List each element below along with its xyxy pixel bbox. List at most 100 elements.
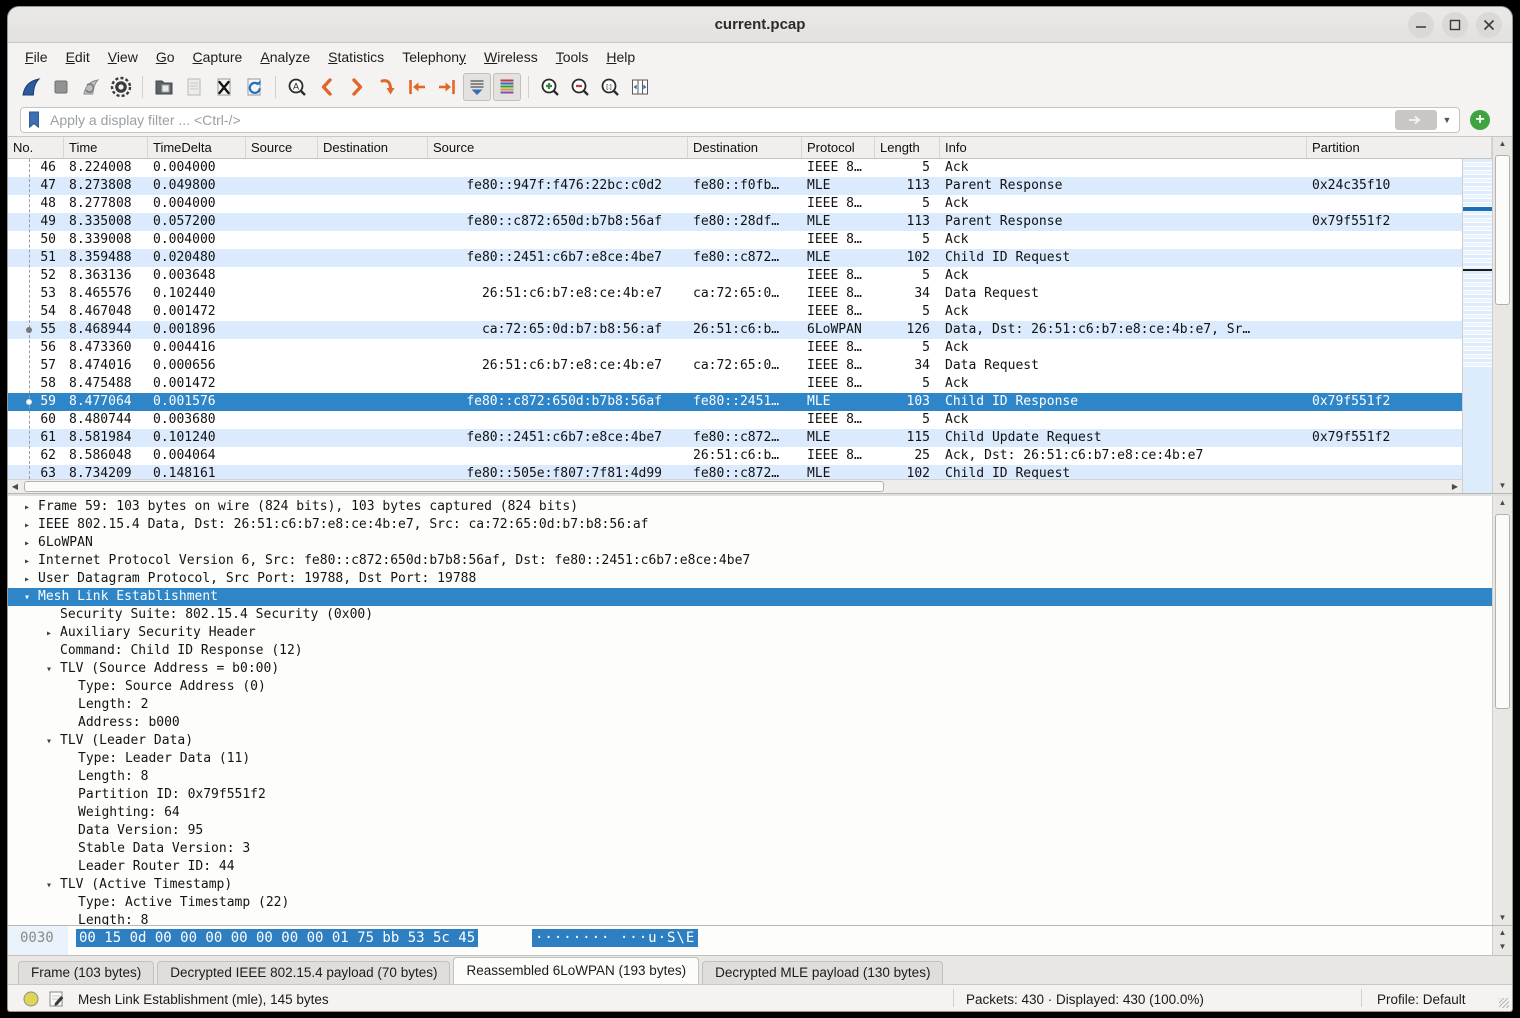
wireshark-fin-start-button[interactable] [17,73,45,101]
column-header-no[interactable]: No. [8,137,64,159]
auto-scroll-button[interactable] [463,73,491,101]
tree-expanded-icon[interactable]: ▾ [44,661,60,678]
packet-row-56[interactable]: 568.4733600.004416IEEE 8…5Ack [8,339,1462,357]
tree-collapsed-icon[interactable]: ▸ [22,571,38,588]
go-to-packet-button[interactable] [373,73,401,101]
open-file-button[interactable] [150,73,178,101]
close-button[interactable] [1476,12,1502,38]
packet-row-63[interactable]: 638.7342090.148161fe80::505e:f807:7f81:4… [8,465,1462,479]
detail-line[interactable]: Type: Leader Data (11) [8,750,1492,768]
packet-row-60[interactable]: 608.4807440.003680IEEE 8…5Ack [8,411,1462,429]
detail-line[interactable]: ▾TLV (Active Timestamp) [8,876,1492,894]
bookmark-icon[interactable] [26,111,42,129]
stop-capture-button[interactable] [47,73,75,101]
column-header-timedelta[interactable]: TimeDelta [148,137,246,159]
restart-capture-button[interactable] [77,73,105,101]
column-header-source[interactable]: Source [246,137,318,159]
scroll-up-icon[interactable]: ▲ [1493,496,1512,510]
find-packet-button[interactable]: A [283,73,311,101]
packet-row-61[interactable]: 618.5819840.101240fe80::2451:c6b7:e8ce:4… [8,429,1462,447]
packet-row-54[interactable]: 548.4670480.001472IEEE 8…5Ack [8,303,1462,321]
tree-expanded-icon[interactable]: ▾ [22,589,38,606]
capture-comment-icon[interactable] [48,990,66,1008]
detail-line[interactable]: Address: b000 [8,714,1492,732]
save-file-button[interactable] [180,73,208,101]
detail-line[interactable]: ▾Mesh Link Establishment [8,588,1492,606]
scroll-up-icon[interactable]: ▲ [1493,137,1512,151]
go-forward-button[interactable] [343,73,371,101]
capture-options-button[interactable] [107,73,135,101]
scroll-right-icon[interactable]: ▶ [1448,480,1462,494]
detail-line[interactable]: ▸Frame 59: 103 bytes on wire (824 bits),… [8,498,1492,516]
detail-line[interactable]: Length: 8 [8,768,1492,786]
detail-line[interactable]: Weighting: 64 [8,804,1492,822]
column-header-destination[interactable]: Destination [318,137,428,159]
menu-telephony[interactable]: Telephony [393,46,475,68]
details-vscrollbar[interactable]: ▲ ▼ [1492,496,1512,925]
detail-line[interactable]: ▸User Datagram Protocol, Src Port: 19788… [8,570,1492,588]
minimize-button[interactable] [1408,12,1434,38]
detail-line[interactable]: ▸IEEE 802.15.4 Data, Dst: 26:51:c6:b7:e8… [8,516,1492,534]
menu-help[interactable]: Help [597,46,644,68]
packet-list-hscrollbar[interactable]: ◀ ▶ [8,479,1462,493]
packet-row-59[interactable]: 598.4770640.001576fe80::c872:650d:b7b8:5… [8,393,1462,411]
packet-row-47[interactable]: 478.2738080.049800fe80::947f:f476:22bc:c… [8,177,1462,195]
last-packet-button[interactable] [433,73,461,101]
packet-row-52[interactable]: 528.3631360.003648IEEE 8…5Ack [8,267,1462,285]
column-header-partition[interactable]: Partition [1307,137,1492,159]
resize-columns-button[interactable] [626,73,654,101]
packet-row-53[interactable]: 538.4655760.10244026:51:c6:b7:e8:ce:4b:e… [8,285,1462,303]
tab-decrypted-ieee-802-15-4-payload-70-bytes[interactable]: Decrypted IEEE 802.15.4 payload (70 byte… [157,961,450,984]
packet-list-minimap[interactable] [1462,159,1492,493]
column-header-length[interactable]: Length [875,137,940,159]
tree-collapsed-icon[interactable]: ▸ [22,535,38,552]
detail-line[interactable]: Type: Active Timestamp (22) [8,894,1492,912]
status-profile[interactable]: Profile: Default [1377,992,1466,1007]
detail-line[interactable]: Command: Child ID Response (12) [8,642,1492,660]
close-file-button[interactable] [210,73,238,101]
display-filter-input[interactable] [48,111,1395,129]
go-back-button[interactable] [313,73,341,101]
packet-row-57[interactable]: 578.4740160.00065626:51:c6:b7:e8:ce:4b:e… [8,357,1462,375]
hex-bytes[interactable]: 00 15 0d 00 00 00 00 00 00 00 01 75 bb 5… [76,930,478,946]
apply-filter-button[interactable] [1395,110,1437,130]
details-vthumb[interactable] [1495,514,1510,709]
tree-expanded-icon[interactable]: ▾ [44,877,60,894]
packet-row-62[interactable]: 628.5860480.00406426:51:c6:b…IEEE 8…25Ac… [8,447,1462,465]
detail-line[interactable]: ▸Auxiliary Security Header [8,624,1492,642]
detail-line[interactable]: Partition ID: 0x79f551f2 [8,786,1492,804]
resize-grip[interactable] [1499,998,1509,1008]
first-packet-button[interactable] [403,73,431,101]
tab-decrypted-mle-payload-130-bytes[interactable]: Decrypted MLE payload (130 bytes) [702,961,943,984]
scroll-left-icon[interactable]: ◀ [8,480,22,494]
packet-row-58[interactable]: 588.4754880.001472IEEE 8…5Ack [8,375,1462,393]
packet-list-vscrollbar[interactable]: ▲ ▼ [1492,137,1512,493]
zoom-in-button[interactable] [536,73,564,101]
menu-analyze[interactable]: Analyze [251,46,319,68]
filter-dropdown-button[interactable]: ▼ [1441,115,1459,125]
menu-go[interactable]: Go [147,46,184,68]
tab-reassembled-6lowpan-193-bytes[interactable]: Reassembled 6LoWPAN (193 bytes) [453,957,699,984]
menu-capture[interactable]: Capture [184,46,252,68]
tree-collapsed-icon[interactable]: ▸ [22,517,38,534]
scroll-up-icon[interactable]: ▲ [1493,926,1512,940]
display-filter-field[interactable]: ▼ [20,107,1460,133]
menu-file[interactable]: File [16,46,57,68]
add-filter-button[interactable]: + [1470,110,1490,130]
detail-line[interactable]: Type: Source Address (0) [8,678,1492,696]
tree-collapsed-icon[interactable]: ▸ [44,625,60,642]
detail-line[interactable]: ▸6LoWPAN [8,534,1492,552]
detail-line[interactable]: ▸Internet Protocol Version 6, Src: fe80:… [8,552,1492,570]
menu-statistics[interactable]: Statistics [319,46,393,68]
hex-row[interactable]: 0030 00 15 0d 00 00 00 00 00 00 00 01 75… [8,930,1492,950]
tab-frame-103-bytes[interactable]: Frame (103 bytes) [18,961,154,984]
packet-list-vthumb[interactable] [1495,155,1510,305]
packet-row-50[interactable]: 508.3390080.004000IEEE 8…5Ack [8,231,1462,249]
packet-row-48[interactable]: 488.2778080.004000IEEE 8…5Ack [8,195,1462,213]
menu-tools[interactable]: Tools [547,46,598,68]
detail-line[interactable]: Leader Router ID: 44 [8,858,1492,876]
column-header-info[interactable]: Info [940,137,1307,159]
tree-expanded-icon[interactable]: ▾ [44,733,60,750]
expert-info-icon[interactable] [22,990,40,1008]
packet-row-55[interactable]: 558.4689440.001896ca:72:65:0d:b7:b8:56:a… [8,321,1462,339]
